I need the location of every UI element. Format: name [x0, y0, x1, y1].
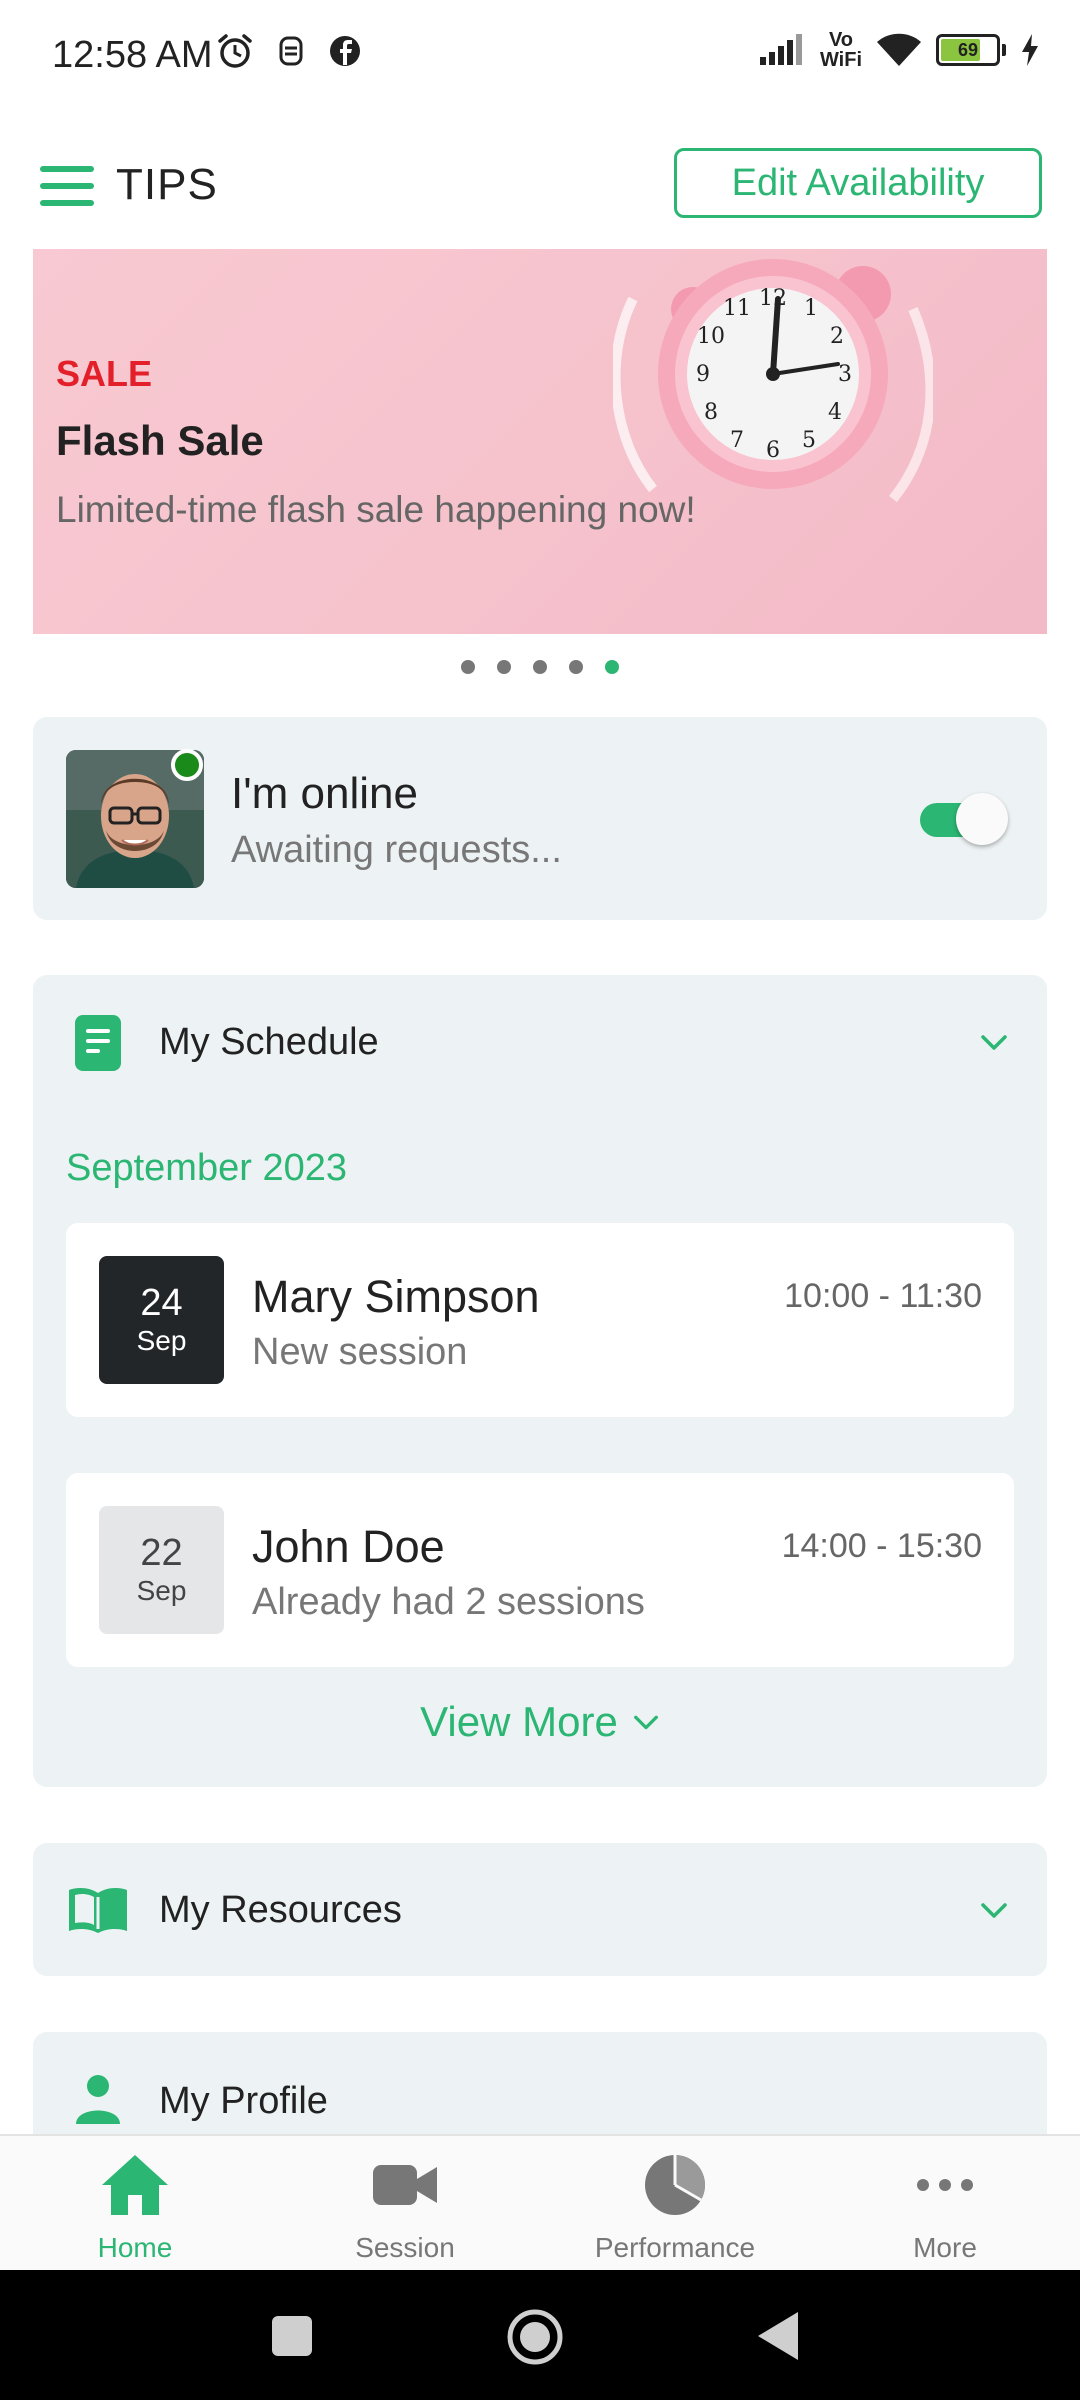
nav-more[interactable]: More	[810, 2136, 1080, 2272]
battery-icon: 69	[936, 34, 1000, 66]
carousel-dot[interactable]	[497, 660, 511, 674]
schedule-header[interactable]: My Schedule	[33, 975, 1047, 1110]
svg-text:2: 2	[830, 324, 844, 349]
chevron-down-icon[interactable]	[979, 1027, 1009, 1057]
signal-icon	[759, 34, 802, 65]
carousel-dot-active[interactable]	[605, 660, 619, 674]
status-bar: 12:58 AM Vo WiFi 69	[0, 0, 1080, 110]
video-camera-icon	[373, 2165, 437, 2205]
schedule-month: September 2023	[66, 1147, 347, 1189]
edit-availability-button[interactable]: Edit Availability	[674, 148, 1042, 218]
document-icon	[75, 1015, 121, 1071]
banner-tag: SALE	[56, 353, 153, 394]
carousel-dot[interactable]	[461, 660, 475, 674]
session-date: 24 Sep	[99, 1256, 224, 1384]
wifi-icon	[877, 33, 921, 66]
session-time: 14:00 - 15:30	[781, 1527, 982, 1565]
nav-session[interactable]: Session	[270, 2136, 540, 2272]
home-button-icon[interactable]	[506, 2308, 564, 2366]
svg-text:7: 7	[730, 428, 744, 453]
back-button-icon[interactable]	[756, 2310, 800, 2362]
online-status-card: I'm online Awaiting requests...	[33, 717, 1047, 920]
svg-text:11: 11	[723, 296, 751, 321]
svg-text:5: 5	[802, 428, 816, 453]
session-note: New session	[252, 1331, 468, 1373]
carousel-dot[interactable]	[569, 660, 583, 674]
banner-title: Flash Sale	[56, 417, 264, 464]
schedule-card: My Schedule September 2023 24 Sep Mary S…	[33, 975, 1047, 1787]
view-more-button[interactable]: View More	[33, 1698, 1047, 1746]
svg-text:1: 1	[804, 296, 818, 321]
svg-text:4: 4	[828, 400, 842, 425]
book-icon	[69, 1888, 127, 1933]
hamburger-menu-icon[interactable]	[40, 166, 94, 206]
bottom-navigation: Home Session Performance More	[0, 2134, 1080, 2272]
person-icon	[76, 2075, 120, 2124]
profile-title: My Profile	[159, 2080, 328, 2122]
chevron-down-icon	[633, 1715, 658, 1730]
status-time: 12:58 AM	[52, 34, 213, 76]
schedule-title: My Schedule	[159, 1021, 379, 1063]
charging-icon	[1022, 34, 1038, 66]
carousel-indicator	[0, 660, 1080, 674]
nav-performance[interactable]: Performance	[540, 2136, 810, 2272]
carousel-dot[interactable]	[533, 660, 547, 674]
facebook-icon	[330, 36, 360, 66]
system-navigation-bar	[0, 2270, 1080, 2400]
session-time: 10:00 - 11:30	[784, 1277, 982, 1315]
session-client-name: Mary Simpson	[252, 1271, 540, 1322]
resources-card[interactable]: My Resources	[33, 1843, 1047, 1976]
online-indicator	[171, 749, 203, 781]
vowifi-indicator: Vo WiFi	[819, 29, 862, 71]
svg-text:6: 6	[766, 438, 780, 463]
online-toggle[interactable]	[918, 793, 1008, 845]
more-dots-icon	[917, 2179, 973, 2191]
session-note: Already had 2 sessions	[252, 1581, 645, 1623]
svg-text:9: 9	[696, 362, 710, 387]
home-icon	[102, 2155, 168, 2215]
recent-apps-icon[interactable]	[270, 2314, 314, 2358]
view-more-label: View More	[420, 1698, 618, 1745]
resources-title: My Resources	[159, 1889, 402, 1931]
session-client-name: John Doe	[252, 1521, 445, 1572]
banner-subtitle: Limited-time flash sale happening now!	[56, 489, 696, 530]
svg-text:10: 10	[697, 324, 725, 349]
alarm-icon	[218, 34, 252, 68]
chevron-down-icon[interactable]	[979, 1895, 1009, 1925]
online-status-subtitle: Awaiting requests...	[231, 829, 562, 871]
online-status-title: I'm online	[231, 769, 418, 818]
app-title: TIPS	[116, 160, 218, 209]
session-date: 22 Sep	[99, 1506, 224, 1634]
svg-text:12: 12	[759, 286, 787, 311]
session-item[interactable]: 24 Sep Mary Simpson New session 10:00 - …	[66, 1223, 1014, 1417]
svg-text:3: 3	[838, 362, 852, 387]
nav-home[interactable]: Home	[0, 2136, 270, 2272]
svg-text:8: 8	[704, 400, 718, 425]
app-bar: TIPS Edit Availability	[0, 140, 1080, 230]
pie-chart-icon	[645, 2155, 706, 2215]
app-notification-icon	[279, 36, 303, 66]
promo-banner[interactable]: 12 1 2 345 678 9 10 11 SALE Flash Sale Limit…	[33, 249, 1047, 634]
session-item[interactable]: 22 Sep John Doe Already had 2 sessions 1…	[66, 1473, 1014, 1667]
